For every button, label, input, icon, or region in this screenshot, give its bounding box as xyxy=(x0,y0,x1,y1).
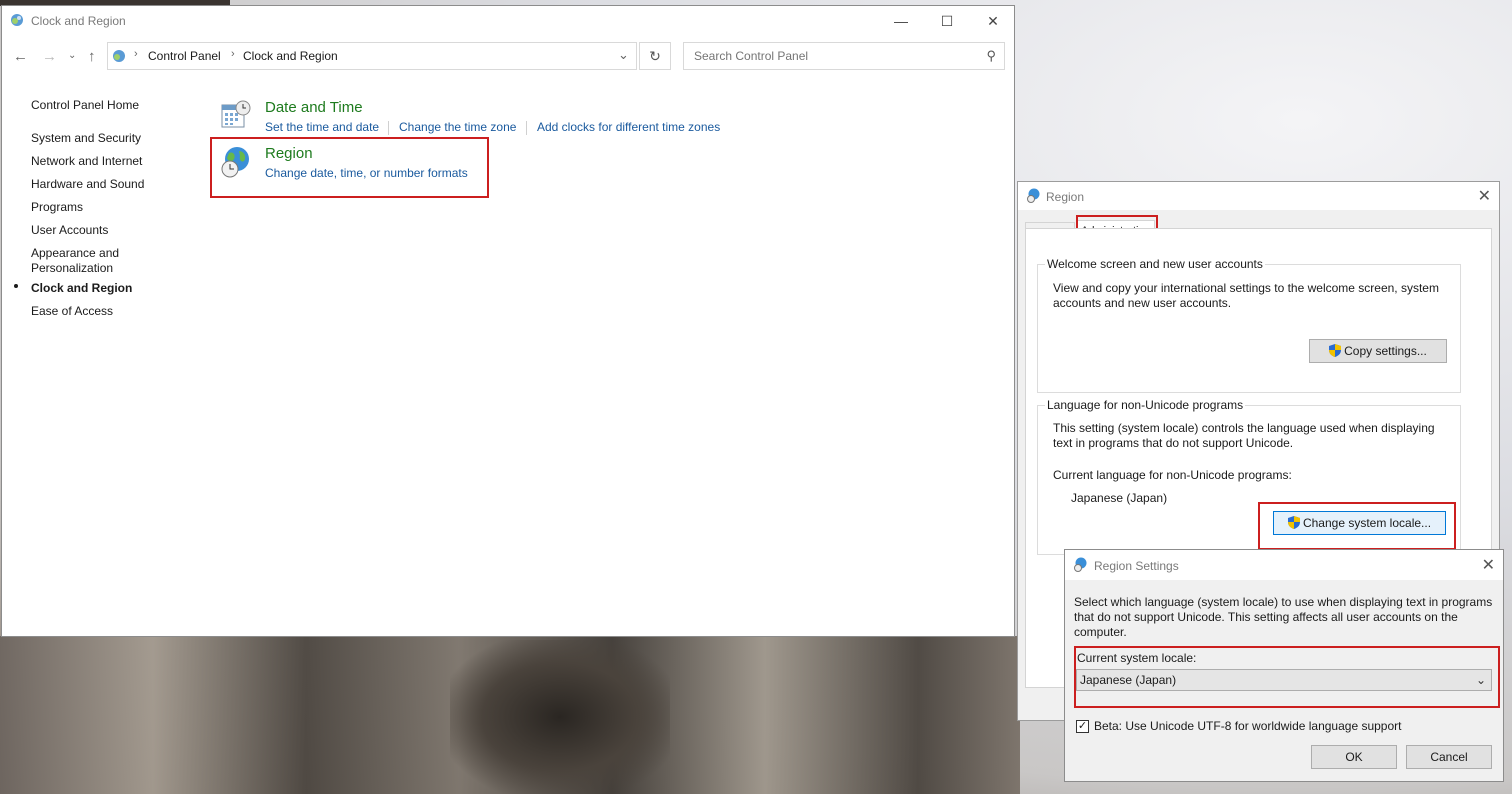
dialog-title-bar: Region ✕ xyxy=(1018,182,1499,210)
beta-utf8-checkbox[interactable]: ✓ xyxy=(1076,720,1089,733)
link-separator xyxy=(388,121,389,135)
group-label-welcome: Welcome screen and new user accounts xyxy=(1045,257,1265,271)
wallpaper-shape xyxy=(450,640,670,794)
highlight-change-locale-button xyxy=(1258,502,1456,550)
search-icon: ⚲ xyxy=(986,48,996,63)
non-unicode-description-line1: This setting (system locale) controls th… xyxy=(1053,421,1435,435)
close-button[interactable]: ✕ xyxy=(970,6,1016,36)
minimize-button[interactable]: — xyxy=(878,6,924,36)
breadcrumb-separator-icon: › xyxy=(231,48,235,60)
breadcrumb-control-panel[interactable]: Control Panel xyxy=(148,49,221,63)
current-language-label: Current language for non-Unicode program… xyxy=(1053,468,1292,482)
highlight-region-category xyxy=(210,137,489,198)
globe-clock-icon xyxy=(1074,557,1087,572)
uac-shield-icon xyxy=(1329,344,1342,357)
current-item-bullet-icon xyxy=(14,284,18,288)
welcome-screen-group: Welcome screen and new user accounts Vie… xyxy=(1037,257,1461,393)
region-settings-dialog: Region Settings ✕ Select which language … xyxy=(1064,549,1504,782)
dialog-title-bar: Region Settings ✕ xyxy=(1065,550,1503,580)
dialog-title: Region xyxy=(1046,190,1085,204)
breadcrumb-separator-icon: › xyxy=(134,48,138,60)
link-set-time-and-date[interactable]: Set the time and date xyxy=(265,120,379,134)
copy-settings-label: Copy settings... xyxy=(1344,344,1427,358)
link-separator xyxy=(526,121,527,135)
search-box[interactable]: ⚲ xyxy=(683,42,1005,70)
calendar-clock-icon xyxy=(221,100,251,128)
refresh-icon: ↻ xyxy=(649,48,661,64)
up-arrow-icon[interactable]: ↑ xyxy=(88,48,96,65)
nav-clock-and-region[interactable]: Clock and Region xyxy=(31,281,132,295)
locale-description-line1: Select which language (system locale) to… xyxy=(1074,595,1493,609)
globe-clock-icon xyxy=(1027,188,1040,203)
control-panel-window: Clock and Region — ☐ ✕ ← → ⌄ ↑ › Control… xyxy=(1,5,1015,637)
group-label-non-unicode: Language for non-Unicode programs xyxy=(1045,398,1246,412)
ok-button[interactable]: OK xyxy=(1311,745,1397,769)
close-icon[interactable]: ✕ xyxy=(1478,186,1491,206)
nav-ease-of-access[interactable]: Ease of Access xyxy=(31,304,113,318)
nav-appearance-and-personalization-line2[interactable]: Personalization xyxy=(31,261,113,275)
search-input[interactable] xyxy=(692,48,976,64)
locale-description-line2: that do not support Unicode. This settin… xyxy=(1074,610,1458,624)
recent-locations-chevron-icon[interactable]: ⌄ xyxy=(68,50,76,61)
nav-user-accounts[interactable]: User Accounts xyxy=(31,223,108,237)
maximize-button[interactable]: ☐ xyxy=(924,6,970,36)
beta-utf8-label[interactable]: Beta: Use Unicode UTF-8 for worldwide la… xyxy=(1094,719,1402,734)
address-box[interactable]: › Control Panel › Clock and Region ⌄ xyxy=(107,42,637,70)
nav-hardware-and-sound[interactable]: Hardware and Sound xyxy=(31,177,144,191)
back-arrow-icon[interactable]: ← xyxy=(13,48,28,65)
current-language-value: Japanese (Japan) xyxy=(1071,491,1168,505)
refresh-button[interactable]: ↻ xyxy=(639,42,671,70)
address-bar-row: ← → ⌄ ↑ › Control Panel › Clock and Regi… xyxy=(2,40,1014,72)
control-panel-icon xyxy=(113,50,125,62)
welcome-description-line2: accounts and new user accounts. xyxy=(1053,296,1232,310)
category-title-date-and-time[interactable]: Date and Time xyxy=(265,99,363,116)
copy-settings-button[interactable]: Copy settings... xyxy=(1309,339,1447,363)
nav-appearance-and-personalization[interactable]: Appearance and xyxy=(31,246,119,260)
link-change-time-zone[interactable]: Change the time zone xyxy=(399,120,516,134)
cancel-button[interactable]: Cancel xyxy=(1406,745,1492,769)
forward-arrow-icon[interactable]: → xyxy=(42,48,57,65)
welcome-description-line1: View and copy your international setting… xyxy=(1053,281,1439,295)
locale-description-line3: computer. xyxy=(1074,625,1127,639)
control-panel-icon xyxy=(11,14,23,26)
dialog-title: Region Settings xyxy=(1094,559,1179,573)
nav-system-and-security[interactable]: System and Security xyxy=(31,131,141,145)
breadcrumb-clock-and-region[interactable]: Clock and Region xyxy=(243,49,338,63)
window-title: Clock and Region xyxy=(31,14,126,28)
nav-network-and-internet[interactable]: Network and Internet xyxy=(31,154,142,168)
close-icon[interactable]: ✕ xyxy=(1482,555,1495,575)
title-bar: Clock and Region — ☐ ✕ xyxy=(2,6,1014,36)
highlight-system-locale xyxy=(1074,646,1500,708)
non-unicode-description-line2: text in programs that do not support Uni… xyxy=(1053,436,1294,450)
link-add-clocks[interactable]: Add clocks for different time zones xyxy=(537,120,720,134)
nav-programs[interactable]: Programs xyxy=(31,200,83,214)
address-dropdown-chevron-icon[interactable]: ⌄ xyxy=(618,47,629,63)
nav-control-panel-home[interactable]: Control Panel Home xyxy=(31,98,139,112)
